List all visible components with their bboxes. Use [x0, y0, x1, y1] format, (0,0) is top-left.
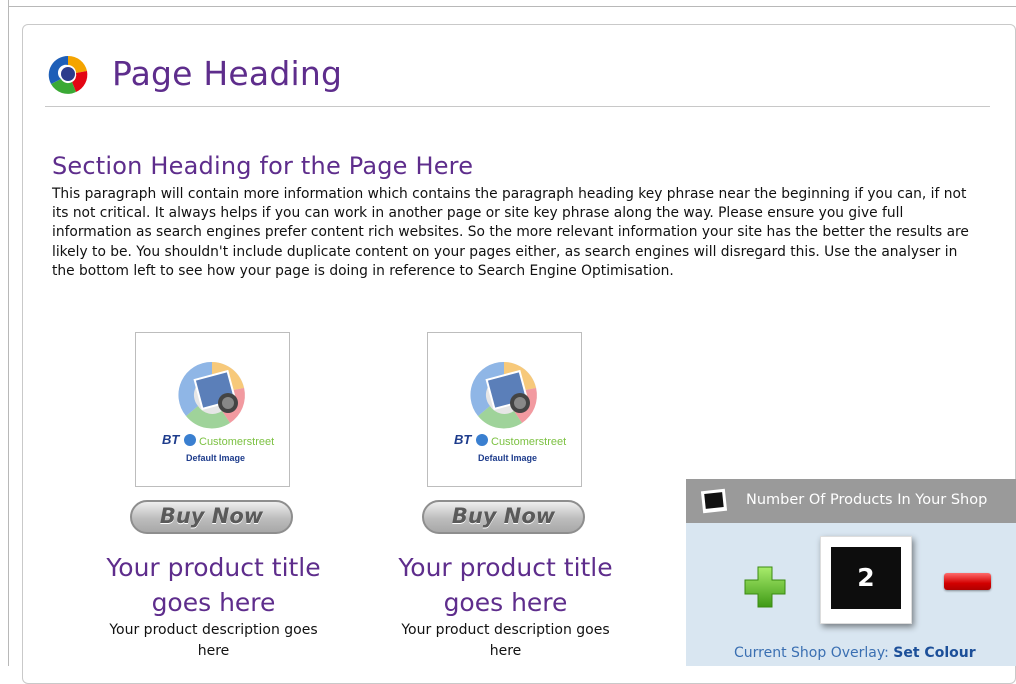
product-description: Your product description goes here — [401, 622, 610, 659]
browser-top-edge — [8, 6, 1016, 7]
page-title: Page Heading — [112, 54, 343, 93]
product-image[interactable]: BT Customerstreet Default Image — [427, 332, 582, 487]
minus-icon[interactable] — [944, 573, 991, 590]
default-image-icon: BT Customerstreet Default Image — [454, 361, 566, 463]
product-description: Your product description goes here — [109, 622, 318, 659]
image-label-text: Default Image — [186, 453, 245, 463]
image-caption-text: Customerstreet — [491, 436, 566, 448]
buy-now-button[interactable]: Buy Now — [422, 500, 585, 534]
image-brand-text: BT — [454, 432, 472, 447]
shop-overlay-line: Current Shop Overlay: Set Colour — [734, 645, 976, 661]
section-heading: Section Heading for the Page Here — [52, 152, 474, 180]
image-label-text: Default Image — [478, 453, 537, 463]
image-brand-text: BT — [162, 432, 180, 447]
product-title[interactable]: Your product title goes here — [388, 550, 623, 620]
buy-now-button[interactable]: Buy Now — [130, 500, 293, 534]
product-count-display: 2 — [820, 536, 912, 624]
image-caption-text: Customerstreet — [199, 436, 274, 448]
overlay-label: Current Shop Overlay: — [734, 645, 889, 661]
product-title[interactable]: Your product title goes here — [96, 550, 331, 620]
default-image-icon: BT Customerstreet Default Image — [162, 361, 274, 463]
bt-logo-icon — [48, 55, 88, 94]
browser-edge — [8, 0, 9, 666]
set-colour-link[interactable]: Set Colour — [893, 645, 975, 661]
product-count-value: 2 — [831, 547, 901, 609]
body-paragraph: This paragraph will contain more informa… — [52, 186, 969, 279]
product-count-widget: Number Of Products In Your Shop 2 Curren… — [686, 479, 1016, 666]
heading-divider — [45, 106, 990, 107]
widget-header: Number Of Products In Your Shop — [686, 479, 1016, 523]
product-image[interactable]: BT Customerstreet Default Image — [135, 332, 290, 487]
widget-title: Number Of Products In Your Shop — [746, 492, 988, 508]
plus-icon[interactable] — [743, 565, 787, 609]
monitor-icon — [700, 488, 728, 514]
